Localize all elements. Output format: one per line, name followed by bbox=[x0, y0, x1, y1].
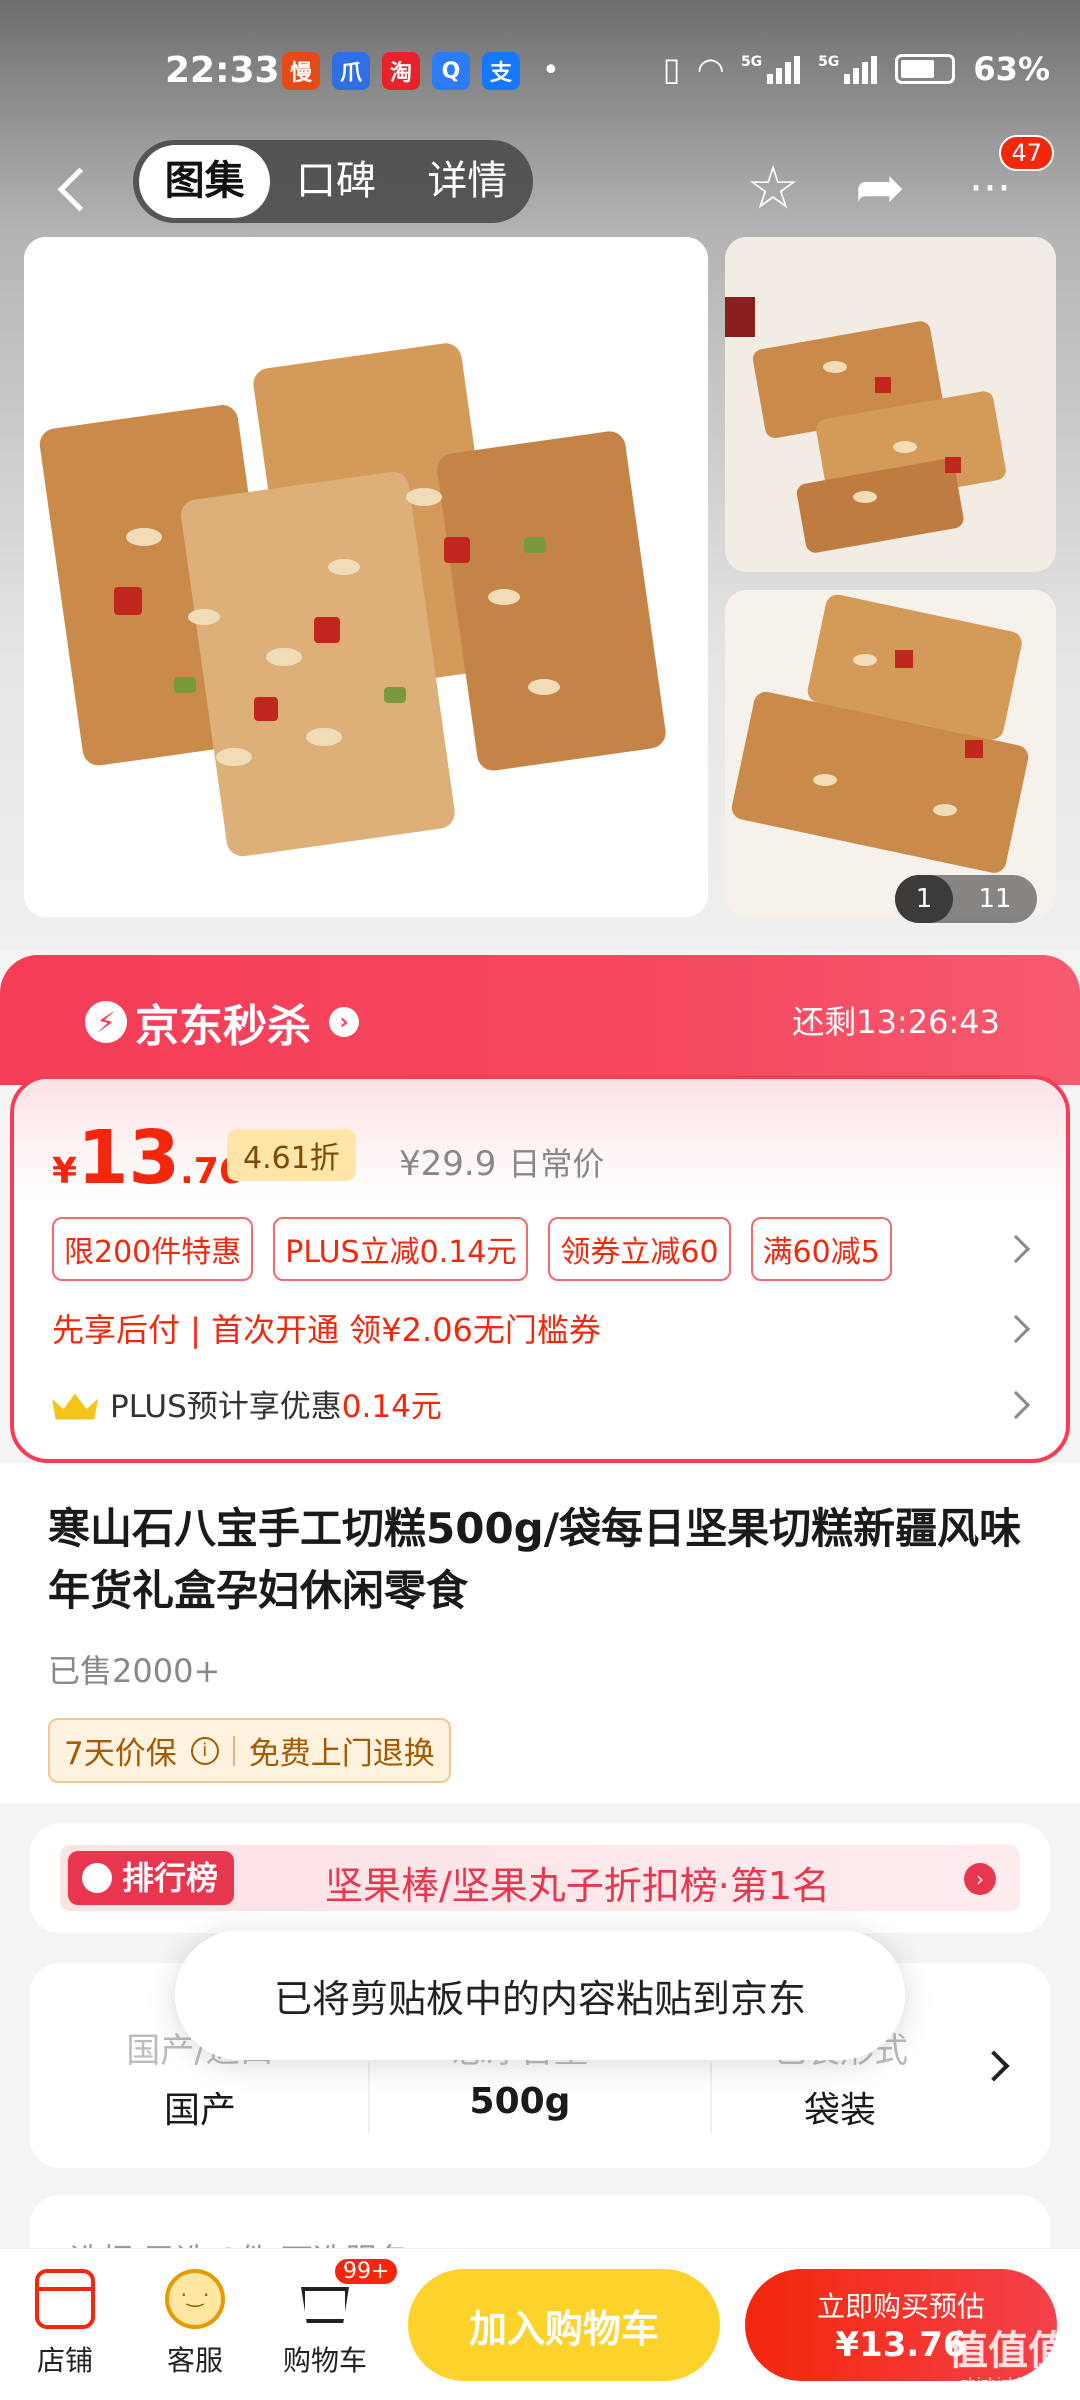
price-integer: 13 bbox=[77, 1115, 181, 1201]
promo-tag[interactable]: 满60减5 bbox=[750, 1217, 892, 1281]
gallery-pager: 1 11 bbox=[895, 875, 1037, 923]
watermark-text: 值值值 bbox=[948, 2328, 1068, 2374]
original-price: ¥29.9 日常价 bbox=[399, 1139, 604, 1185]
trophy-icon bbox=[82, 1863, 112, 1893]
lightning-icon: ⚡ bbox=[85, 1001, 127, 1043]
ranking-card[interactable]: 排行榜 坚果棒/坚果丸子折扣榜·第1名 › bbox=[30, 1823, 1050, 1933]
status-time: 22:33 bbox=[165, 50, 280, 91]
cart-label: 购物车 bbox=[282, 2344, 367, 2377]
ranking-badge: 排行榜 bbox=[68, 1851, 235, 1905]
flash-sale-banner[interactable]: ⚡ 京东秒杀 › 还剩13:26:43 bbox=[0, 955, 1080, 1085]
main-product-image[interactable] bbox=[24, 237, 708, 917]
watermark: 值值值 zhizhizhi.com bbox=[948, 2318, 1068, 2392]
search-app-icon: Q bbox=[432, 52, 470, 90]
plus-estimate-prefix: PLUS预计享优惠 bbox=[110, 1389, 342, 1425]
info-icon: i bbox=[190, 1736, 219, 1765]
battery-icon bbox=[895, 54, 956, 84]
clipboard-toast: 已将剪贴板中的内容粘贴到京东 bbox=[175, 1930, 905, 2060]
add-to-cart-button[interactable]: 加入购物车 bbox=[408, 2269, 720, 2381]
product-info: 寒山石八宝手工切糕500g/袋每日坚果切糕新疆风味年货礼盒孕妇休闲零食 已售20… bbox=[0, 1463, 1080, 1803]
plus-chevron-icon[interactable] bbox=[1001, 1390, 1031, 1420]
sale-price: ¥ 13 .76 bbox=[52, 1121, 244, 1195]
promo-tag[interactable]: 领券立减60 bbox=[548, 1217, 731, 1281]
weibo-app-icon: 慢 bbox=[282, 52, 320, 90]
crown-icon bbox=[52, 1388, 98, 1420]
more-notifications-dot-icon: • bbox=[542, 53, 560, 88]
share-icon[interactable]: ➦ bbox=[840, 148, 920, 228]
buy-now-price: ¥13.76 bbox=[835, 2325, 967, 2365]
customer-service-icon bbox=[165, 2269, 225, 2329]
discount-badge: 4.61折 bbox=[227, 1129, 356, 1181]
tab-switcher: 图集 口碑 详情 bbox=[133, 140, 533, 223]
top-nav: 图集 口碑 详情 ☆ ➦ ··· 47 bbox=[0, 135, 1080, 235]
original-price-value: ¥29.9 bbox=[399, 1144, 497, 1184]
customer-service-button[interactable]: 客服 bbox=[145, 2269, 245, 2379]
back-icon[interactable] bbox=[52, 158, 102, 218]
cart-badge: 99+ bbox=[333, 2257, 400, 2286]
shop-button[interactable]: 店铺 bbox=[15, 2269, 115, 2379]
pager-current: 1 bbox=[895, 875, 953, 923]
spec-value: 国产 bbox=[163, 2090, 236, 2131]
product-title: 寒山石八宝手工切糕500g/袋每日坚果切糕新疆风味年货礼盒孕妇休闲零食 bbox=[48, 1504, 1022, 1615]
cart-icon: 99+ bbox=[295, 2257, 400, 2329]
baidu-app-icon: 爪 bbox=[332, 52, 370, 90]
tab-reviews[interactable]: 口碑 bbox=[270, 145, 401, 218]
ranking-text: 坚果棒/坚果丸子折扣榜·第1名 bbox=[325, 1864, 831, 1908]
battery-percent: 63% bbox=[973, 50, 1050, 88]
ranking-strip: 排行榜 坚果棒/坚果丸子折扣榜·第1名 › bbox=[60, 1845, 1020, 1911]
sold-count: 已售2000+ bbox=[48, 1652, 221, 1690]
flash-sale-countdown: 还剩13:26:43 bbox=[792, 1003, 1000, 1041]
ranking-badge-label: 排行榜 bbox=[122, 1859, 219, 1897]
customer-service-label: 客服 bbox=[166, 2344, 223, 2377]
chevron-right-icon: › bbox=[329, 1007, 359, 1037]
flash-sale-logo: ⚡ 京东秒杀 › bbox=[85, 990, 359, 1054]
favorite-star-icon[interactable]: ☆ bbox=[733, 148, 813, 228]
pager-total: 11 bbox=[978, 884, 1012, 914]
spec-value: 500g bbox=[469, 2081, 571, 2122]
promo-tags[interactable]: 限200件特惠 PLUS立减0.14元 领券立减60 满60减5 bbox=[52, 1217, 892, 1281]
original-price-label: 日常价 bbox=[508, 1145, 605, 1183]
tab-details[interactable]: 详情 bbox=[402, 145, 533, 218]
promo-tag[interactable]: 限200件特惠 bbox=[52, 1217, 254, 1281]
spec-value: 袋装 bbox=[803, 2090, 876, 2131]
alipay-app-icon: 支 bbox=[482, 52, 520, 90]
product-gallery: 1 11 bbox=[0, 235, 1080, 950]
pay-later-chevron-icon[interactable] bbox=[1001, 1314, 1031, 1344]
service-guarantee[interactable]: 7天价保 i 免费上门退换 bbox=[48, 1718, 451, 1783]
signal-5g-icon-2: 5G bbox=[818, 54, 878, 84]
bottom-action-bar: 店铺 客服 99+ 购物车 加入购物车 立即购买预估 ¥13.76 值值值 zh… bbox=[0, 2248, 1080, 2400]
promo-tag[interactable]: PLUS立减0.14元 bbox=[273, 1217, 529, 1281]
promo-chevron-icon[interactable] bbox=[1001, 1234, 1031, 1264]
taobao-app-icon: 淘 bbox=[382, 52, 420, 90]
thumbnail-image-1[interactable] bbox=[725, 237, 1056, 572]
status-bar: 22:33 慢 爪 淘 Q 支 • ▯ ◠ 5G 5G 63% bbox=[0, 0, 1080, 140]
cart-button[interactable]: 99+ 购物车 bbox=[275, 2257, 400, 2379]
signal-5g-icon-1: 5G bbox=[741, 54, 801, 84]
plus-estimate-amount: 0.14元 bbox=[341, 1389, 442, 1425]
plus-estimate-row[interactable]: PLUS预计享优惠 0.14元 bbox=[52, 1381, 442, 1426]
message-badge: 47 bbox=[999, 135, 1054, 171]
tab-gallery[interactable]: 图集 bbox=[139, 145, 271, 218]
divider bbox=[232, 1735, 235, 1766]
price-currency: ¥ bbox=[52, 1151, 78, 1192]
free-return-label: 免费上门退换 bbox=[248, 1736, 435, 1772]
shop-label: 店铺 bbox=[36, 2344, 93, 2377]
chevron-right-icon[interactable]: › bbox=[964, 1863, 996, 1895]
price-protection-label: 7天价保 bbox=[64, 1736, 177, 1772]
wifi-icon: ◠ bbox=[698, 50, 723, 88]
pay-later-row[interactable]: 先享后付 | 首次开通 领¥2.06无门槛券 bbox=[52, 1305, 601, 1351]
flash-sale-title: 京东秒杀 bbox=[135, 1001, 311, 1052]
price-card: ¥ 13 .76 4.61折 ¥29.9 日常价 限200件特惠 PLUS立减0.… bbox=[10, 1075, 1070, 1463]
vibrate-icon: ▯ bbox=[662, 50, 681, 88]
watermark-url: zhizhizhi.com bbox=[960, 2376, 1056, 2392]
thumbnail-image-2[interactable] bbox=[725, 590, 1056, 917]
status-indicators: ▯ ◠ 5G 5G 63% bbox=[663, 50, 1050, 88]
shop-icon bbox=[35, 2269, 95, 2329]
notification-icons: 慢 爪 淘 Q 支 • bbox=[282, 52, 560, 90]
